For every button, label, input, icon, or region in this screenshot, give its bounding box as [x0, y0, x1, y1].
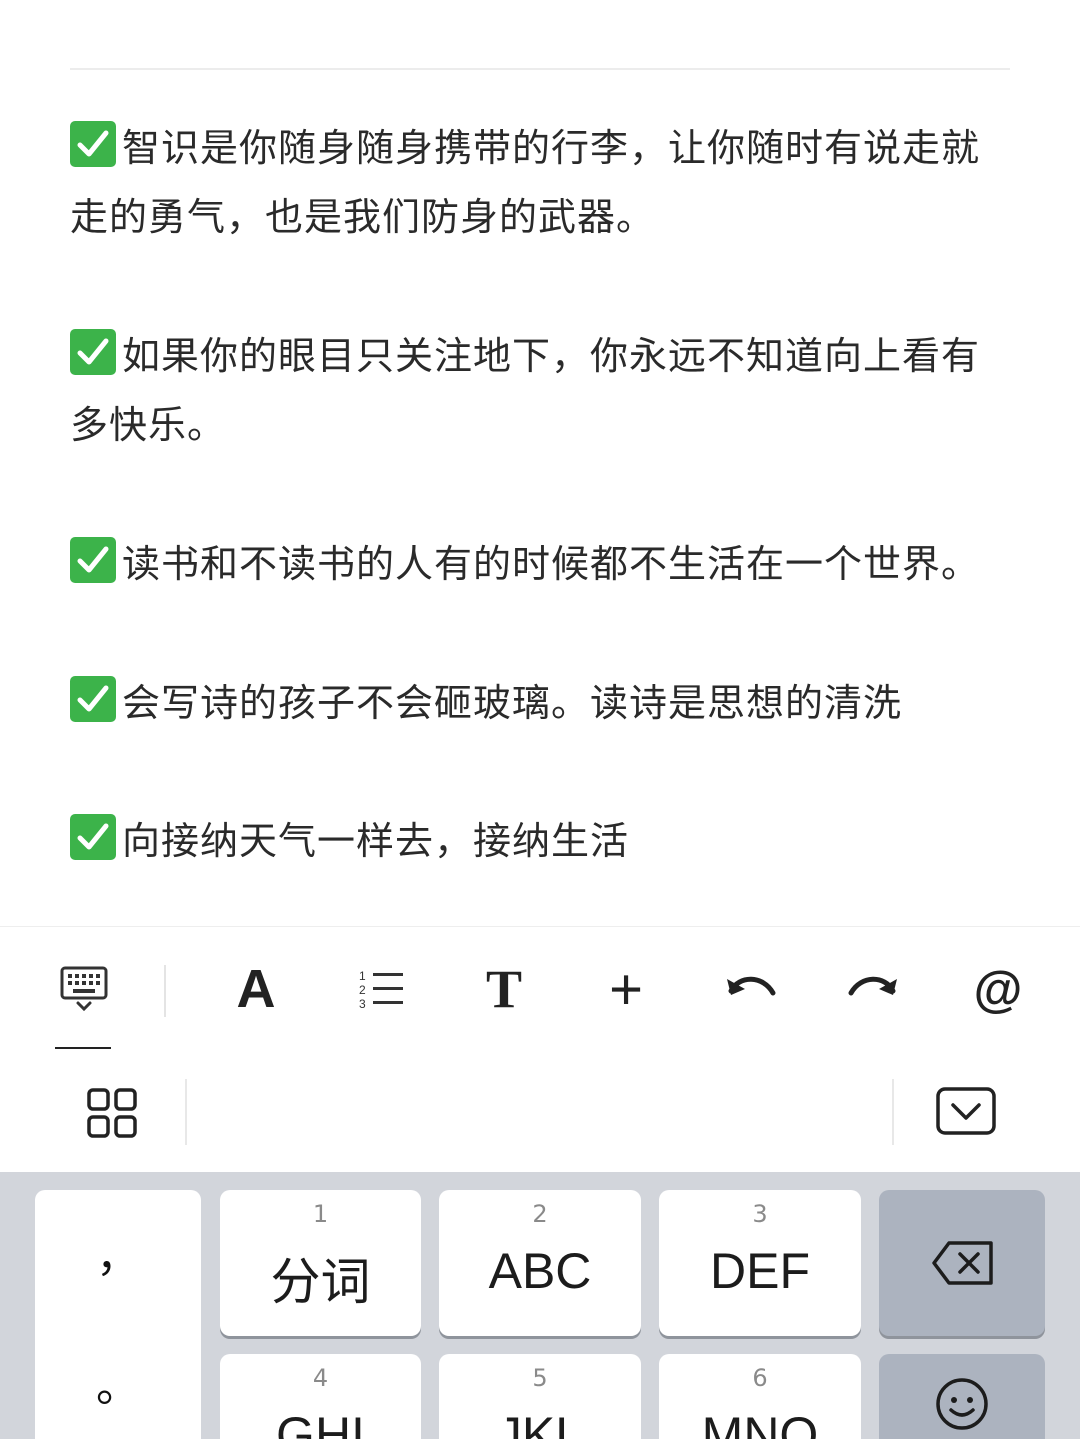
svg-text:3: 3	[359, 997, 366, 1011]
svg-text:2: 2	[359, 983, 366, 997]
paragraph[interactable]: 会写诗的孩子不会砸玻璃。读诗是思想的清洗	[70, 669, 1000, 738]
backspace-icon	[932, 1241, 993, 1285]
strip-divider	[185, 1079, 187, 1145]
text-style-button[interactable]: T	[478, 957, 530, 1021]
nine-key-keyboard: ， 。 1 分词 2 ABC 3 DEF 4 GHI 5 JKL 6 MNO	[0, 1172, 1080, 1439]
smiley-face-icon	[936, 1378, 988, 1430]
svg-text:1: 1	[359, 969, 366, 983]
numbered-list-button[interactable]: 1 2 3	[352, 957, 408, 1021]
paragraph[interactable]: 智识是你随身随身携带的行李，让你随时有说走就走的勇气，也是我们防身的武器。	[70, 114, 1000, 252]
check-mark-icon	[70, 537, 116, 583]
hide-keyboard-icon	[936, 1087, 996, 1135]
formatting-toolbar: A 1 2 3 T + @	[0, 926, 1080, 1052]
key-label: 分词	[270, 1254, 371, 1310]
key-label: JKL	[496, 1407, 584, 1439]
check-mark-icon	[70, 121, 116, 167]
paragraph-text: 会写诗的孩子不会砸玻璃。读诗是思想的清洗	[122, 681, 903, 725]
key-number: 3	[752, 1200, 768, 1228]
key-6[interactable]: 6 MNO	[659, 1354, 861, 1439]
delete-key[interactable]	[879, 1190, 1045, 1336]
strip-divider	[892, 1079, 894, 1145]
undo-button[interactable]	[722, 957, 778, 1021]
title-divider	[70, 68, 1010, 70]
keyboard-candidate-bar	[0, 1051, 1080, 1173]
check-mark-icon	[70, 814, 116, 860]
note-editor[interactable]: 智识是你随身随身携带的行李，让你随时有说走就走的勇气，也是我们防身的武器。 如果…	[0, 0, 1080, 926]
mention-icon: @	[973, 961, 1023, 1017]
period-key[interactable]: 。	[35, 1350, 201, 1414]
paragraph-text: 如果你的眼目只关注地下，你永远不知道向上看有多快乐。	[70, 334, 981, 447]
keyboard-icon	[60, 966, 108, 1012]
active-indicator	[55, 1047, 111, 1049]
key-label: MNO	[701, 1407, 819, 1439]
text-format-icon: A	[236, 959, 276, 1019]
text-format-button[interactable]: A	[230, 957, 282, 1021]
undo-icon	[727, 976, 776, 996]
redo-button[interactable]	[846, 957, 902, 1021]
check-mark-icon	[70, 676, 116, 722]
comma-key[interactable]: ，	[35, 1220, 201, 1284]
key-label: ABC	[488, 1243, 592, 1299]
key-number: 6	[752, 1364, 768, 1392]
key-label: GHI	[276, 1407, 365, 1439]
key-number: 5	[532, 1364, 548, 1392]
paragraph-text: 读书和不读书的人有的时候都不生活在一个世界。	[122, 542, 981, 586]
key-number: 1	[312, 1200, 329, 1228]
insert-button[interactable]: +	[600, 956, 652, 1022]
emoji-key[interactable]	[879, 1354, 1045, 1439]
key-4[interactable]: 4 GHI	[220, 1354, 421, 1439]
hide-keyboard-button[interactable]	[936, 1087, 996, 1141]
toolbar-divider	[164, 965, 166, 1017]
key-3[interactable]: 3 DEF	[659, 1190, 861, 1336]
key-number: 4	[312, 1364, 329, 1392]
plus-icon: +	[609, 956, 643, 1022]
key-label: DEF	[710, 1243, 810, 1299]
keyboard-toggle-button[interactable]	[56, 957, 112, 1021]
redo-icon	[848, 976, 897, 996]
mention-button[interactable]: @	[970, 957, 1026, 1021]
punctuation-column[interactable]: ， 。	[35, 1190, 201, 1439]
keyboard-menu-button[interactable]	[86, 1087, 138, 1143]
paragraph[interactable]: 读书和不读书的人有的时候都不生活在一个世界。	[70, 530, 1000, 599]
paragraph[interactable]: 向接纳天气一样去，接纳生活	[70, 807, 1000, 876]
key-5[interactable]: 5 JKL	[439, 1354, 641, 1439]
numbered-list-icon: 1 2 3	[359, 969, 403, 1011]
text-style-icon: T	[485, 959, 523, 1019]
paragraph[interactable]: 如果你的眼目只关注地下，你永远不知道向上看有多快乐。	[70, 322, 1000, 460]
key-2[interactable]: 2 ABC	[439, 1190, 641, 1336]
paragraph-text: 向接纳天气一样去，接纳生活	[122, 819, 630, 863]
paragraph-text: 智识是你随身随身携带的行李，让你随时有说走就走的勇气，也是我们防身的武器。	[70, 126, 981, 239]
check-mark-icon	[70, 329, 116, 375]
grid-menu-icon	[87, 1088, 137, 1138]
key-1[interactable]: 1 分词	[220, 1190, 421, 1336]
key-number: 2	[532, 1200, 548, 1228]
